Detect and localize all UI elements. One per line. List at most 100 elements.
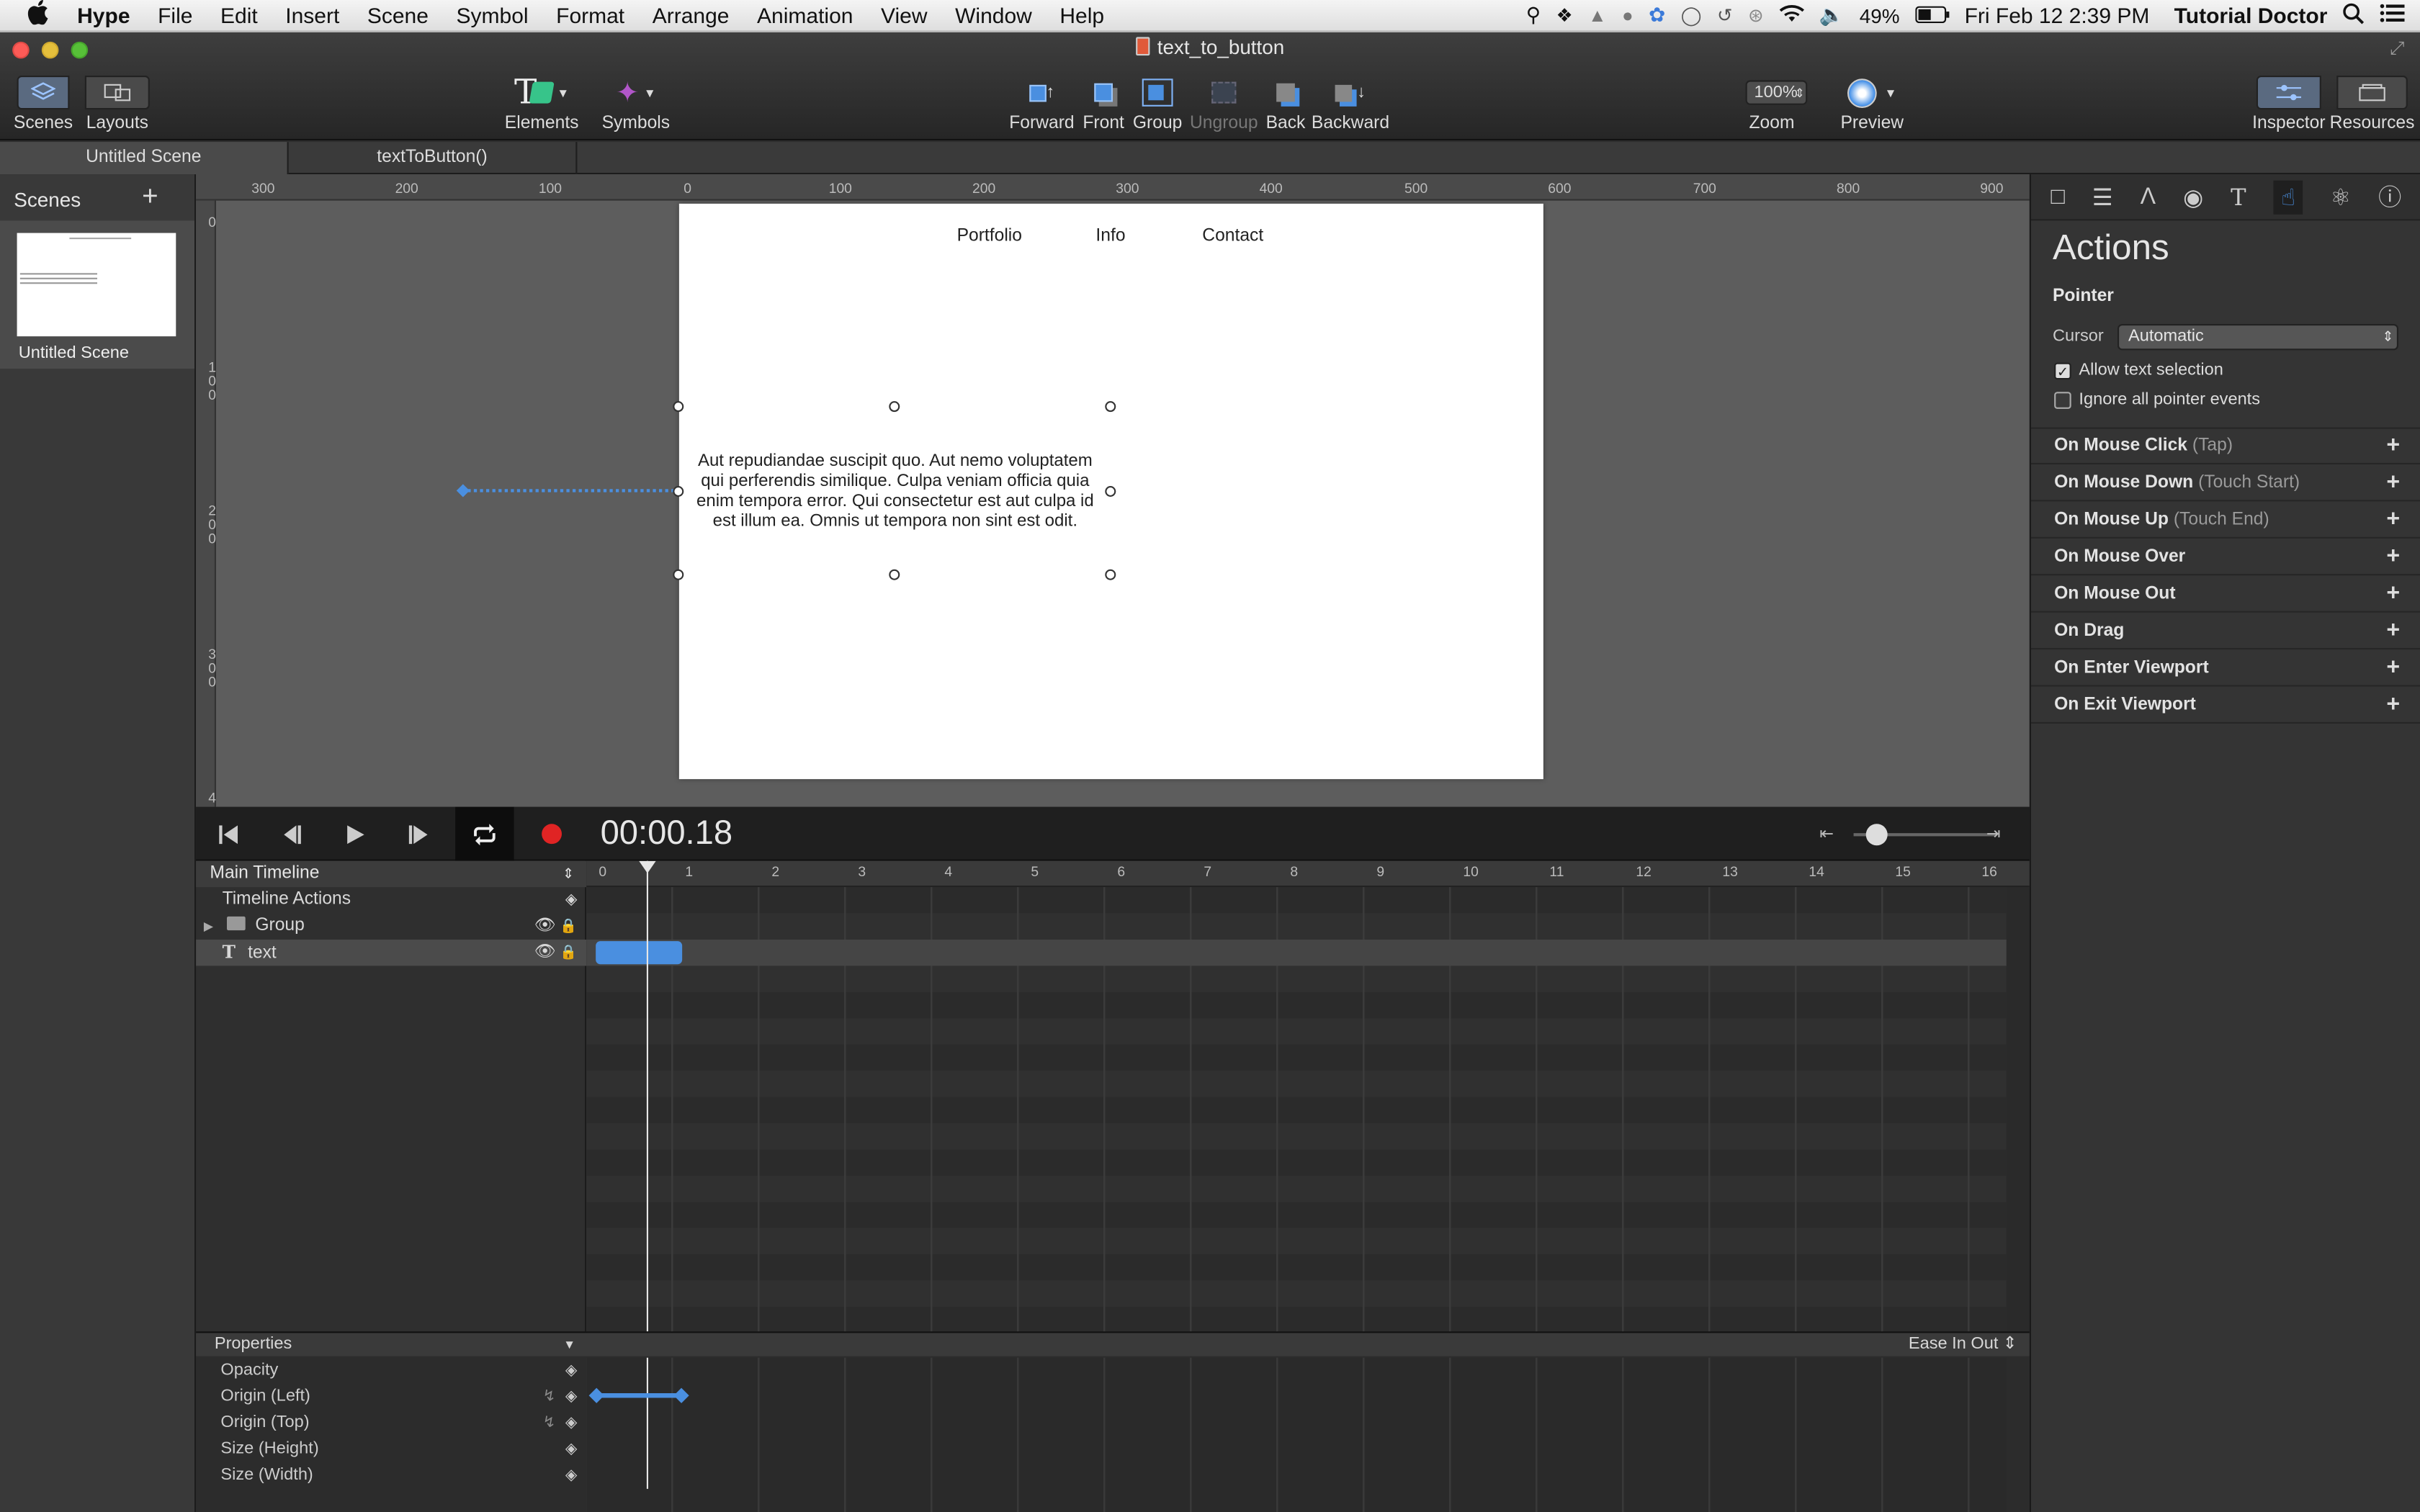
ignore-pointer-events-checkbox[interactable]	[2054, 392, 2071, 409]
add-action-button[interactable]: +	[2386, 613, 2400, 649]
sync-icon[interactable]: ●	[1622, 4, 1634, 26]
add-keyframe-icon[interactable]: ◈	[565, 887, 578, 913]
motion-path-icon[interactable]: ↯	[542, 1384, 555, 1410]
resize-handle-top-left[interactable]	[673, 401, 684, 413]
visibility-eye-icon[interactable]: 👁	[534, 914, 555, 940]
property-row-opacity[interactable]: Opacity ◈	[196, 1358, 586, 1384]
add-action-button[interactable]: +	[2386, 501, 2400, 538]
send-to-back-button[interactable]: Back	[1263, 76, 1309, 132]
step-back-button[interactable]	[262, 807, 321, 861]
resize-handle-left[interactable]	[673, 486, 684, 497]
element-inspector-icon[interactable]: ◉	[2183, 183, 2203, 210]
wifi-icon[interactable]	[1778, 3, 1804, 27]
timeline-time-ruler[interactable]: 0 1 2 3 4 5 6 7 8 9 10 11 12 13 14 15 16	[586, 860, 2030, 888]
add-action-button[interactable]: +	[2386, 687, 2400, 724]
action-on-mouse-out[interactable]: On Mouse Out +	[2031, 575, 2420, 613]
bring-forward-button[interactable]: ↑ Forward	[1006, 76, 1077, 133]
add-action-button[interactable]: +	[2386, 428, 2400, 464]
menu-symbol[interactable]: Symbol	[442, 3, 542, 27]
action-on-mouse-click[interactable]: On Mouse Click (Tap) +	[2031, 428, 2420, 464]
timeline-zoom-thumb[interactable]	[1865, 824, 1888, 846]
tab-untitled-scene[interactable]: Untitled Scene	[0, 142, 289, 175]
zoom-control[interactable]: 100% ⇕ Zoom	[1731, 76, 1811, 132]
add-action-button[interactable]: +	[2386, 539, 2400, 575]
layer-row-text[interactable]: Ttext 👁 🔒	[196, 940, 587, 966]
inspector-toggle[interactable]: Inspector	[2252, 76, 2326, 132]
scene-thumbnail-item[interactable]: Untitled Scene	[0, 220, 194, 369]
app-status-icon[interactable]: ✿	[1649, 3, 1665, 27]
cursor-select[interactable]: Automatic ⇕	[2118, 324, 2398, 351]
resources-toggle[interactable]: Resources	[2330, 76, 2414, 132]
tab-text-to-button-function[interactable]: textToButton()	[289, 142, 578, 175]
chat-icon[interactable]: ◯	[1681, 4, 1702, 26]
loop-toggle[interactable]	[455, 806, 514, 861]
dropbox-icon[interactable]: ❖	[1556, 4, 1573, 26]
go-to-start-button[interactable]	[199, 807, 257, 861]
scenes-toggle[interactable]: Scenes	[14, 76, 73, 132]
battery-icon[interactable]	[1915, 3, 1950, 27]
action-on-mouse-down[interactable]: On Mouse Down (Touch Start) +	[2031, 464, 2420, 502]
main-timeline-selector[interactable]: Main Timeline ⇕	[196, 860, 587, 888]
notification-center-icon[interactable]	[2380, 3, 2405, 27]
fullscreen-icon[interactable]: ⤢	[2390, 37, 2405, 60]
lock-icon[interactable]: 🔒	[560, 940, 577, 966]
disclosure-triangle-icon[interactable]: ▶	[204, 919, 213, 933]
action-on-drag[interactable]: On Drag +	[2031, 613, 2420, 650]
resize-handle-top[interactable]	[889, 401, 900, 413]
time-machine-icon[interactable]: ↺	[1717, 4, 1733, 26]
selected-text-element[interactable]: Aut repudiandae suscipit quo. Aut nemo v…	[679, 408, 1111, 576]
wine-glass-icon[interactable]: ⚲	[1526, 3, 1541, 27]
resize-handle-bottom[interactable]	[889, 569, 900, 580]
scene-inspector-icon[interactable]: ☰	[2092, 183, 2113, 210]
send-backward-button[interactable]: ↓ Backward	[1312, 76, 1389, 133]
ungroup-button[interactable]: Ungroup	[1188, 76, 1260, 132]
menu-file[interactable]: File	[144, 3, 207, 27]
bluetooth-icon[interactable]: ⊛	[1748, 4, 1764, 26]
group-button[interactable]: Group	[1130, 76, 1186, 132]
action-on-exit-viewport[interactable]: On Exit Viewport +	[2031, 687, 2420, 724]
easing-select[interactable]: Ease In Out ⇕	[1909, 1333, 2017, 1356]
visibility-eye-icon[interactable]: 👁	[534, 940, 555, 966]
nav-info-text[interactable]: Info	[1095, 227, 1125, 246]
zoom-in-timeline-icon[interactable]: ⇥	[1986, 824, 2001, 844]
menu-animation[interactable]: Animation	[743, 3, 867, 27]
elements-button[interactable]: T ▼ Elements	[503, 73, 581, 132]
zoom-select[interactable]: 100% ⇕	[1744, 76, 1807, 109]
layer-row-group[interactable]: ▶ Group 👁 🔒	[196, 914, 586, 940]
motion-path[interactable]	[461, 489, 681, 492]
bring-to-front-button[interactable]: Front	[1080, 76, 1126, 132]
action-on-mouse-up[interactable]: On Mouse Up (Touch End) +	[2031, 501, 2420, 539]
selected-track-row[interactable]	[586, 940, 2007, 966]
menu-help[interactable]: Help	[1046, 3, 1118, 27]
nav-contact-text[interactable]: Contact	[1202, 227, 1263, 246]
battery-percent[interactable]: 49%	[1860, 4, 1900, 27]
add-scene-button[interactable]: +	[142, 181, 158, 213]
property-row-origin-top[interactable]: Origin (Top) ↯ ◈	[196, 1410, 586, 1436]
motion-path-start-point[interactable]	[456, 484, 470, 498]
chevron-down-icon[interactable]: ▼	[563, 1333, 575, 1356]
action-on-mouse-over[interactable]: On Mouse Over +	[2031, 539, 2420, 576]
document-inspector-icon[interactable]: □	[2051, 184, 2065, 210]
actions-inspector-hand-icon[interactable]: ☝	[2273, 179, 2303, 214]
symbols-button[interactable]: ✦ ▼ Symbols	[602, 76, 671, 132]
property-row-size-width[interactable]: Size (Width) ◈	[196, 1462, 586, 1488]
drive-icon[interactable]: ▲	[1588, 4, 1606, 26]
resize-handle-right[interactable]	[1105, 486, 1116, 497]
menu-view[interactable]: View	[867, 3, 941, 27]
layouts-toggle[interactable]: Layouts	[84, 76, 151, 132]
add-keyframe-icon[interactable]: ◈	[565, 1358, 578, 1384]
menu-scene[interactable]: Scene	[354, 3, 443, 27]
menu-window[interactable]: Window	[941, 3, 1046, 27]
property-tracks[interactable]	[586, 1357, 2007, 1512]
apple-menu-icon[interactable]	[0, 0, 63, 31]
timeline-tracks[interactable]: 0 1 2 3 4 5 6 7 8 9 10 11 12 13 14 15 16	[586, 860, 2030, 1332]
zoom-out-timeline-icon[interactable]: ⇤	[1819, 824, 1834, 844]
menubar-clock[interactable]: Fri Feb 12 2:39 PM	[1965, 3, 2150, 27]
menu-insert[interactable]: Insert	[272, 3, 354, 27]
add-keyframe-icon[interactable]: ◈	[565, 1384, 578, 1410]
resize-handle-bottom-left[interactable]	[673, 569, 684, 580]
scene-stage[interactable]: Portfolio Info Contact Aut repudiandae s…	[673, 203, 1543, 780]
menu-hype[interactable]: Hype	[63, 3, 144, 27]
canvas-area[interactable]: 300 200 100 0 100 200 300 400 500 600 70…	[196, 174, 2030, 807]
nav-portfolio-text[interactable]: Portfolio	[957, 227, 1022, 246]
